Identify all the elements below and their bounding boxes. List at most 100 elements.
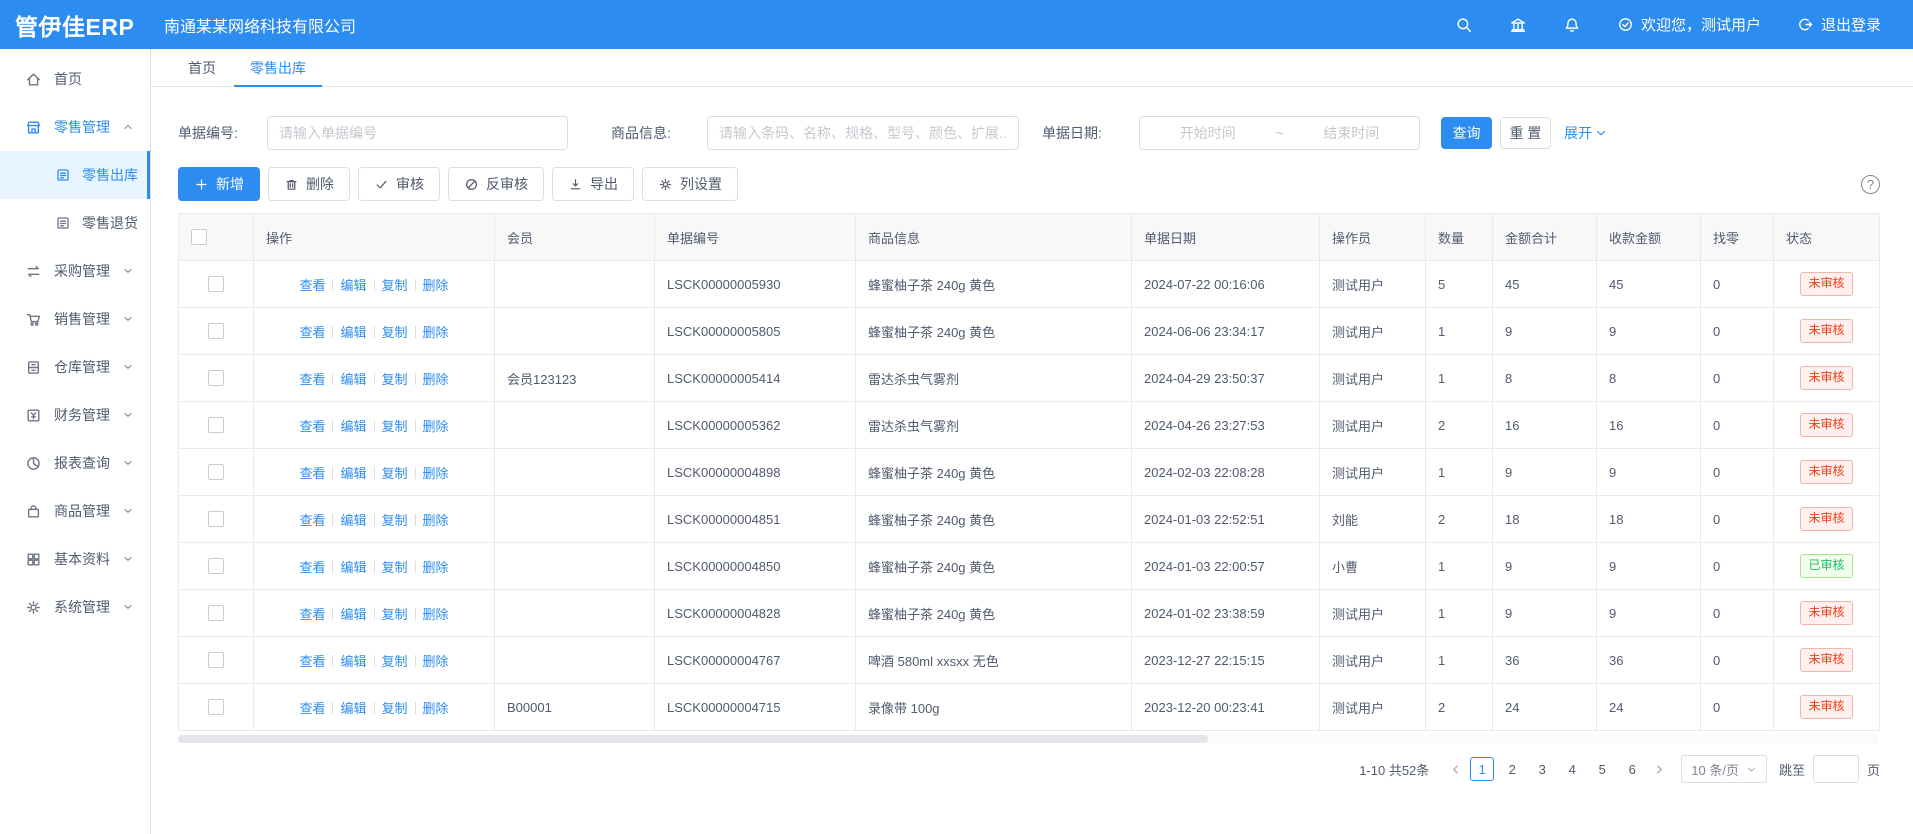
action-view[interactable]: 查看 [299,372,325,387]
action-edit[interactable]: 编辑 [340,325,366,340]
row-checkbox[interactable] [208,276,224,292]
action-delete[interactable]: 删除 [423,372,449,387]
scrollbar-thumb[interactable] [178,735,1208,743]
prev-page-button[interactable] [1443,757,1467,781]
row-checkbox[interactable] [208,652,224,668]
action-edit[interactable]: 编辑 [340,607,366,622]
row-checkbox[interactable] [208,370,224,386]
jump-page-input[interactable] [1813,755,1859,783]
row-checkbox[interactable] [208,417,224,433]
action-edit[interactable]: 编辑 [340,701,366,716]
row-actions-cell: 查看编辑 复制删除 [254,355,495,402]
action-copy[interactable]: 复制 [382,513,408,528]
sidebar-item-home[interactable]: 首页 [0,55,150,103]
page-number-3[interactable]: 3 [1530,757,1554,781]
export-button[interactable]: 导出 [552,167,634,201]
action-copy[interactable]: 复制 [382,419,408,434]
next-page-button[interactable] [1647,757,1671,781]
column-settings-button[interactable]: 列设置 [642,167,738,201]
action-edit[interactable]: 编辑 [340,419,366,434]
welcome-user[interactable]: 欢迎您，测试用户 [1617,14,1761,35]
action-view[interactable]: 查看 [299,654,325,669]
action-copy[interactable]: 复制 [382,701,408,716]
bank-icon[interactable] [1509,16,1527,34]
add-button[interactable]: 新增 [178,167,260,201]
row-checkbox[interactable] [208,605,224,621]
sidebar-item-retail-return[interactable]: 零售退货 [0,199,150,247]
table-row: 查看编辑复制删除LSCK00000005930蜂蜜柚子茶 240g 黄色2024… [179,261,1880,308]
page-number-4[interactable]: 4 [1560,757,1584,781]
action-copy[interactable]: 复制 [382,466,408,481]
action-copy[interactable]: 复制 [382,278,408,293]
action-copy[interactable]: 复制 [382,560,408,575]
logout-button[interactable]: 退出登录 [1797,14,1881,35]
tab-home[interactable]: 首页 [171,49,233,86]
delete-button[interactable]: 删除 [268,167,350,201]
action-delete[interactable]: 删除 [423,325,449,340]
sidebar-item-retail[interactable]: 零售管理 [0,103,150,151]
action-delete[interactable]: 删除 [423,701,449,716]
row-checkbox[interactable] [208,323,224,339]
sidebar-item-retail-outbound[interactable]: 零售出库 [0,151,150,199]
bell-icon[interactable] [1563,16,1581,34]
product-info-input[interactable] [707,116,1019,150]
ban-icon [464,177,479,192]
row-checkbox[interactable] [208,464,224,480]
action-edit[interactable]: 编辑 [340,513,366,528]
row-checkbox[interactable] [208,558,224,574]
tab-retail-outbound[interactable]: 零售出库 [233,49,323,86]
unapprove-button[interactable]: 反审核 [448,167,544,201]
sidebar-item-sales[interactable]: 销售管理 [0,295,150,343]
page-size-select[interactable]: 10 条/页 [1681,755,1767,783]
action-copy[interactable]: 复制 [382,654,408,669]
action-copy[interactable]: 复制 [382,325,408,340]
action-delete[interactable]: 删除 [423,278,449,293]
sidebar-item-finance[interactable]: 财务管理 [0,391,150,439]
action-copy[interactable]: 复制 [382,372,408,387]
select-all-checkbox[interactable] [191,229,207,245]
sidebar-item-system[interactable]: 系统管理 [0,583,150,631]
action-edit[interactable]: 编辑 [340,466,366,481]
sidebar-item-report[interactable]: 报表查询 [0,439,150,487]
action-edit[interactable]: 编辑 [340,278,366,293]
action-delete[interactable]: 删除 [423,466,449,481]
action-edit[interactable]: 编辑 [340,560,366,575]
action-copy[interactable]: 复制 [382,607,408,622]
reset-button[interactable]: 重 置 [1500,117,1551,149]
order-no-input[interactable] [267,116,568,150]
cell-qty: 1 [1426,637,1493,684]
row-checkbox[interactable] [208,699,224,715]
help-icon[interactable]: ? [1861,175,1880,194]
action-view[interactable]: 查看 [299,607,325,622]
action-edit[interactable]: 编辑 [340,372,366,387]
approve-button[interactable]: 审核 [358,167,440,201]
action-view[interactable]: 查看 [299,325,325,340]
search-icon[interactable] [1455,16,1473,34]
page-number-6[interactable]: 6 [1620,757,1644,781]
expand-link[interactable]: 展开 [1564,123,1607,143]
action-view[interactable]: 查看 [299,278,325,293]
action-delete[interactable]: 删除 [423,607,449,622]
action-view[interactable]: 查看 [299,513,325,528]
action-delete[interactable]: 删除 [423,513,449,528]
page-number-1[interactable]: 1 [1470,757,1494,781]
cell-date: 2024-07-22 00:16:06 [1132,261,1320,308]
page-number-5[interactable]: 5 [1590,757,1614,781]
action-view[interactable]: 查看 [299,701,325,716]
action-delete[interactable]: 删除 [423,560,449,575]
action-delete[interactable]: 删除 [423,654,449,669]
sidebar-item-warehouse[interactable]: 仓库管理 [0,343,150,391]
action-view[interactable]: 查看 [299,560,325,575]
cell-qty: 2 [1426,684,1493,731]
action-edit[interactable]: 编辑 [340,654,366,669]
row-checkbox[interactable] [208,511,224,527]
query-button[interactable]: 查询 [1441,117,1492,149]
sidebar-item-base-data[interactable]: 基本资料 [0,535,150,583]
action-view[interactable]: 查看 [299,466,325,481]
page-number-2[interactable]: 2 [1500,757,1524,781]
date-range-input[interactable]: 开始时间 ~ 结束时间 [1139,116,1420,150]
action-view[interactable]: 查看 [299,419,325,434]
action-delete[interactable]: 删除 [423,419,449,434]
sidebar-item-purchase[interactable]: 采购管理 [0,247,150,295]
sidebar-item-goods[interactable]: 商品管理 [0,487,150,535]
